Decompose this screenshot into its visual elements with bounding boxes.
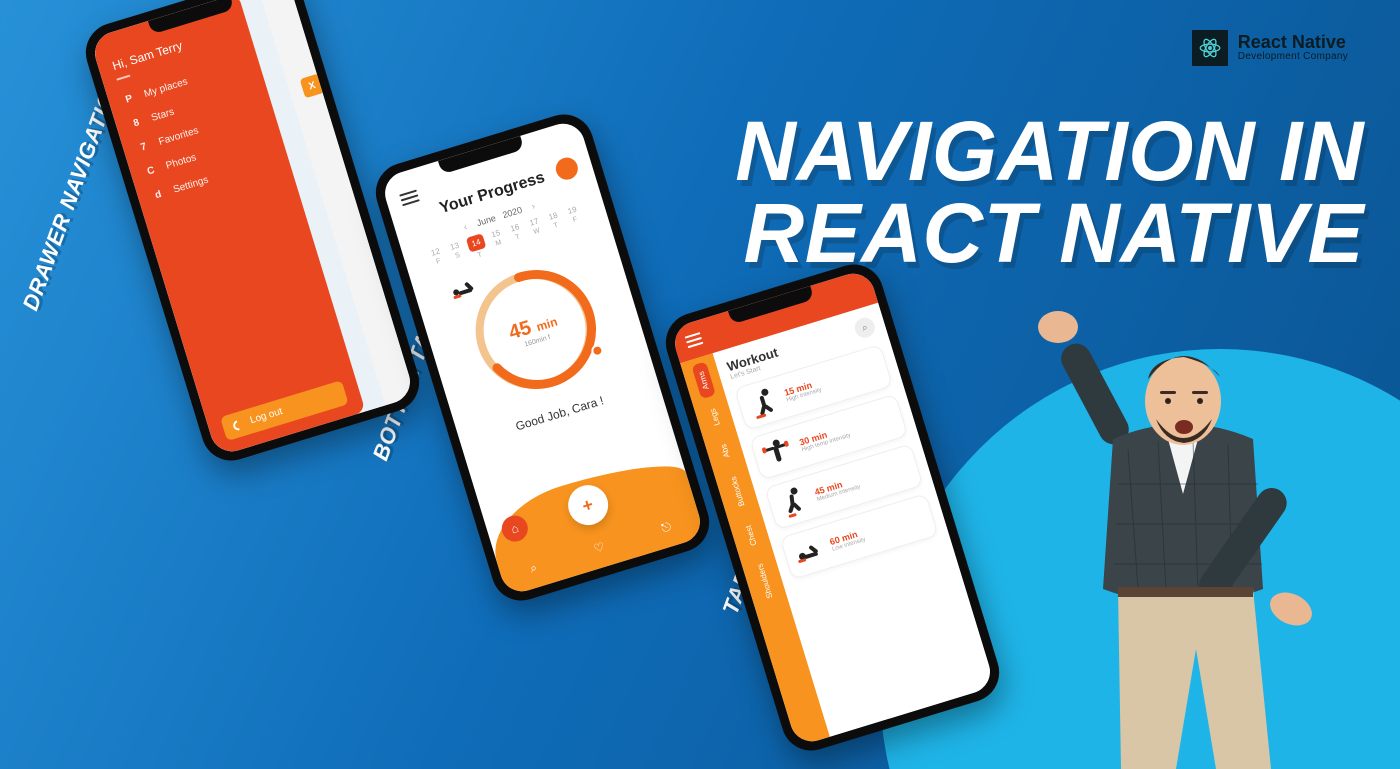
- calendar-day[interactable]: 14T: [466, 233, 489, 261]
- calendar-day[interactable]: 15M: [488, 227, 508, 254]
- search-icon[interactable]: ⌕: [852, 315, 877, 340]
- chevron-right-icon[interactable]: ›: [530, 201, 536, 211]
- ring-unit: min: [535, 314, 560, 334]
- headline-line2: REACT NATIVE: [744, 186, 1364, 280]
- drawer-greeting: Hi, Sam Terry: [111, 22, 237, 73]
- hamburger-icon[interactable]: [684, 329, 705, 351]
- year-label: 2020: [501, 205, 523, 220]
- drawer-item-label: Stars: [150, 107, 176, 124]
- drawer-item-icon: C: [144, 164, 159, 178]
- drawer-item-icon: d: [151, 188, 166, 202]
- side-tab-buttocks[interactable]: Buttocks: [723, 467, 751, 516]
- month-label: June: [475, 213, 497, 228]
- side-tab-chest[interactable]: Chest: [738, 515, 763, 555]
- exercise-figure-icon: [760, 434, 797, 471]
- side-tab-arms[interactable]: Arms: [691, 362, 715, 400]
- exercise-figure-icon: [745, 384, 782, 421]
- drawer-item-icon: 8: [129, 116, 144, 130]
- calendar-day[interactable]: 16T: [507, 222, 527, 249]
- drawer-item-label: Photos: [165, 152, 198, 172]
- phone-drawer-navigation: Hi, Sam Terry P My places 8 Stars 7 Favorites…: [78, 0, 426, 468]
- logout-icon: [231, 418, 245, 432]
- headline-line1: NAVIGATION IN: [735, 104, 1364, 198]
- drawer-item-icon: 7: [136, 140, 151, 154]
- exercise-figure-icon: [775, 483, 812, 520]
- tab-search-icon[interactable]: ⌕: [528, 560, 539, 576]
- side-tab-shoulders[interactable]: Shoulders: [750, 554, 780, 608]
- calendar-day[interactable]: 12F: [428, 246, 448, 273]
- calendar-day[interactable]: 17W: [526, 216, 546, 243]
- tab-favorites-icon[interactable]: ♡: [592, 539, 607, 556]
- calendar-day[interactable]: 13S: [447, 240, 467, 267]
- react-logo-icon: [1192, 30, 1228, 66]
- logout-label: Log out: [249, 406, 284, 426]
- side-tab-legs[interactable]: Legs: [702, 399, 726, 435]
- drawer-item-icon: P: [122, 92, 137, 106]
- crunch-figure-icon: [447, 274, 485, 301]
- tab-profile-icon[interactable]: ⎋: [660, 519, 673, 536]
- drawer-item-label: Settings: [172, 175, 210, 196]
- brand-block: React Native Development Company: [1192, 30, 1348, 66]
- brand-subtitle: Development Company: [1238, 52, 1348, 63]
- progress-ring: 45 min 160min f: [447, 243, 622, 418]
- exercise-figure-icon: [790, 533, 827, 570]
- logout-button[interactable]: Log out: [220, 380, 349, 441]
- drawer-item-label: Favorites: [157, 125, 200, 148]
- calendar-day[interactable]: 18T: [545, 210, 565, 237]
- chevron-left-icon[interactable]: ‹: [462, 222, 468, 232]
- main-headline: NAVIGATION IN REACT NATIVE: [624, 110, 1364, 275]
- side-tab-abs[interactable]: Abs: [713, 435, 736, 468]
- brand-title: React Native: [1238, 33, 1348, 52]
- calendar-day[interactable]: 19F: [564, 204, 584, 231]
- presenter-person-image: [1018, 309, 1348, 769]
- drawer-item-label: My places: [143, 76, 189, 100]
